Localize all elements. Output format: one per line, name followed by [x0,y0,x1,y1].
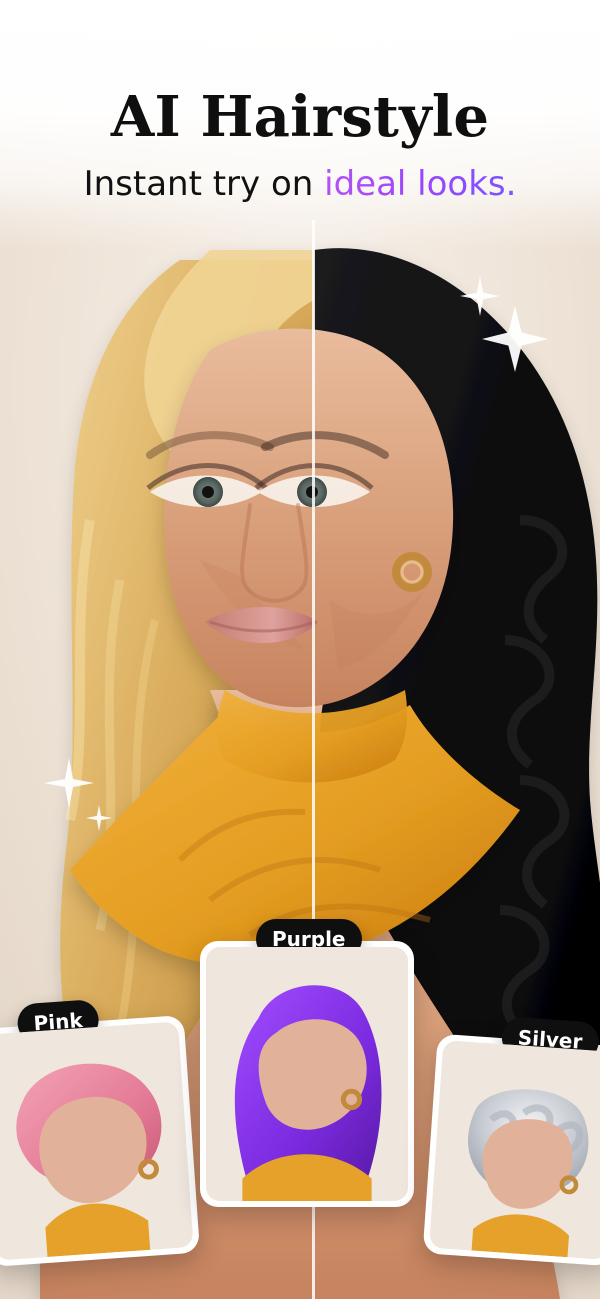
page-title: AI Hairstyle [110,84,490,150]
app-screen: AI Hairstyle Instant try on ideal looks.… [0,0,600,1299]
page-subtitle: Instant try on ideal looks. [0,164,600,204]
pink-hair-preview [0,1021,194,1261]
purple-hair-preview [206,947,408,1201]
hairstyle-card-silver[interactable]: Silver [422,1016,600,1267]
sparkle-icon [44,758,94,808]
silver-hair-preview [428,1040,600,1260]
hairstyle-preview-image [206,947,408,1201]
hairstyle-card-purple[interactable]: Purple [200,919,414,1207]
subtitle-highlight: ideal looks. [324,164,517,204]
sparkle-icon [86,805,112,831]
hairstyle-preview-image [0,1021,194,1261]
sparkle-icon [482,306,548,372]
hairstyle-card-pink[interactable]: Pink [0,998,201,1268]
header: AI Hairstyle Instant try on ideal looks. [0,0,600,250]
subtitle-prefix: Instant try on [83,164,325,204]
hairstyle-preview-image [428,1040,600,1260]
